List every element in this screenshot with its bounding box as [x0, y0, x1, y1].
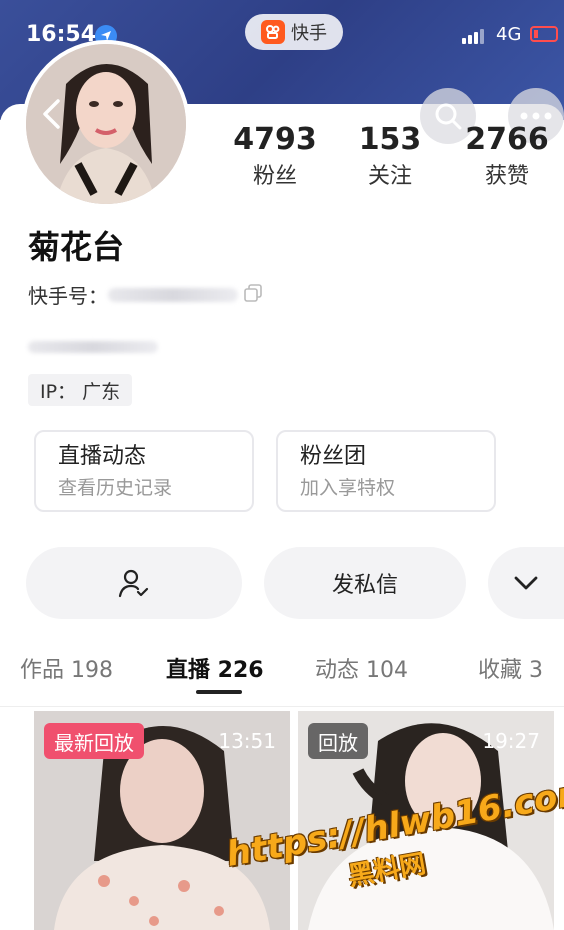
bio-blur	[28, 341, 158, 353]
more-dots-icon	[520, 112, 552, 120]
video-badge: 回放	[308, 723, 368, 759]
tab-favorites[interactable]: 收藏 3	[478, 652, 543, 684]
bio-blurred	[28, 338, 158, 357]
chevron-down-icon	[514, 576, 538, 590]
kuaishou-id-label: 快手号：	[28, 284, 108, 308]
copy-icon[interactable]	[244, 283, 262, 307]
profile-tabs: 作品 198 直播 226 动态 104 收藏 3	[0, 640, 564, 700]
kuaishou-id-value-blurred	[108, 287, 238, 302]
ip-location-tag: IP： 广东	[28, 374, 133, 406]
stat-label: 关注	[367, 164, 412, 189]
card-subtitle: 加入享特权	[300, 477, 396, 499]
stat-value: 4793	[233, 122, 317, 157]
kuaishou-pill-label: 快手	[291, 23, 327, 44]
tab-works[interactable]: 作品 198	[20, 652, 113, 684]
follow-button[interactable]	[26, 547, 242, 619]
network-type: 4G	[496, 24, 522, 45]
video-badge: 最新回放	[44, 723, 144, 759]
stat-followers[interactable]: 4793 粉丝	[228, 122, 322, 192]
expand-button[interactable]	[488, 547, 564, 619]
tab-moments[interactable]: 动态 104	[315, 652, 408, 684]
back-button[interactable]	[30, 92, 74, 136]
stat-likes[interactable]: 2766 获赞	[460, 122, 554, 192]
tab-live[interactable]: 直播 226	[166, 652, 264, 684]
card-title: 直播动态	[58, 444, 147, 469]
kuaishou-app-pill[interactable]: 快手	[245, 14, 343, 50]
search-icon	[435, 103, 462, 130]
stat-label: 获赞	[484, 164, 529, 189]
card-title: 粉丝团	[300, 444, 367, 469]
stat-value: 153	[358, 122, 422, 157]
video-duration: 19:27	[482, 729, 540, 753]
fan-club-card[interactable]: 粉丝团 加入享特权	[276, 430, 496, 512]
chevron-left-icon	[43, 99, 60, 129]
signal-icon	[462, 26, 484, 44]
kuaishou-logo-icon	[261, 20, 285, 44]
active-tab-indicator	[196, 690, 242, 694]
battery-icon	[530, 26, 558, 42]
user-check-icon	[118, 569, 149, 598]
username: 菊花台	[28, 228, 125, 266]
stat-following[interactable]: 153 关注	[348, 122, 432, 192]
stat-value: 2766	[465, 122, 549, 157]
kuaishou-id-row[interactable]: 快手号：	[28, 280, 262, 309]
live-history-card[interactable]: 直播动态 查看历史记录	[34, 430, 254, 512]
video-duration: 13:51	[218, 729, 276, 753]
card-subtitle: 查看历史记录	[58, 477, 173, 499]
stat-label: 粉丝	[252, 164, 297, 189]
send-message-button[interactable]: 发私信	[264, 547, 466, 619]
